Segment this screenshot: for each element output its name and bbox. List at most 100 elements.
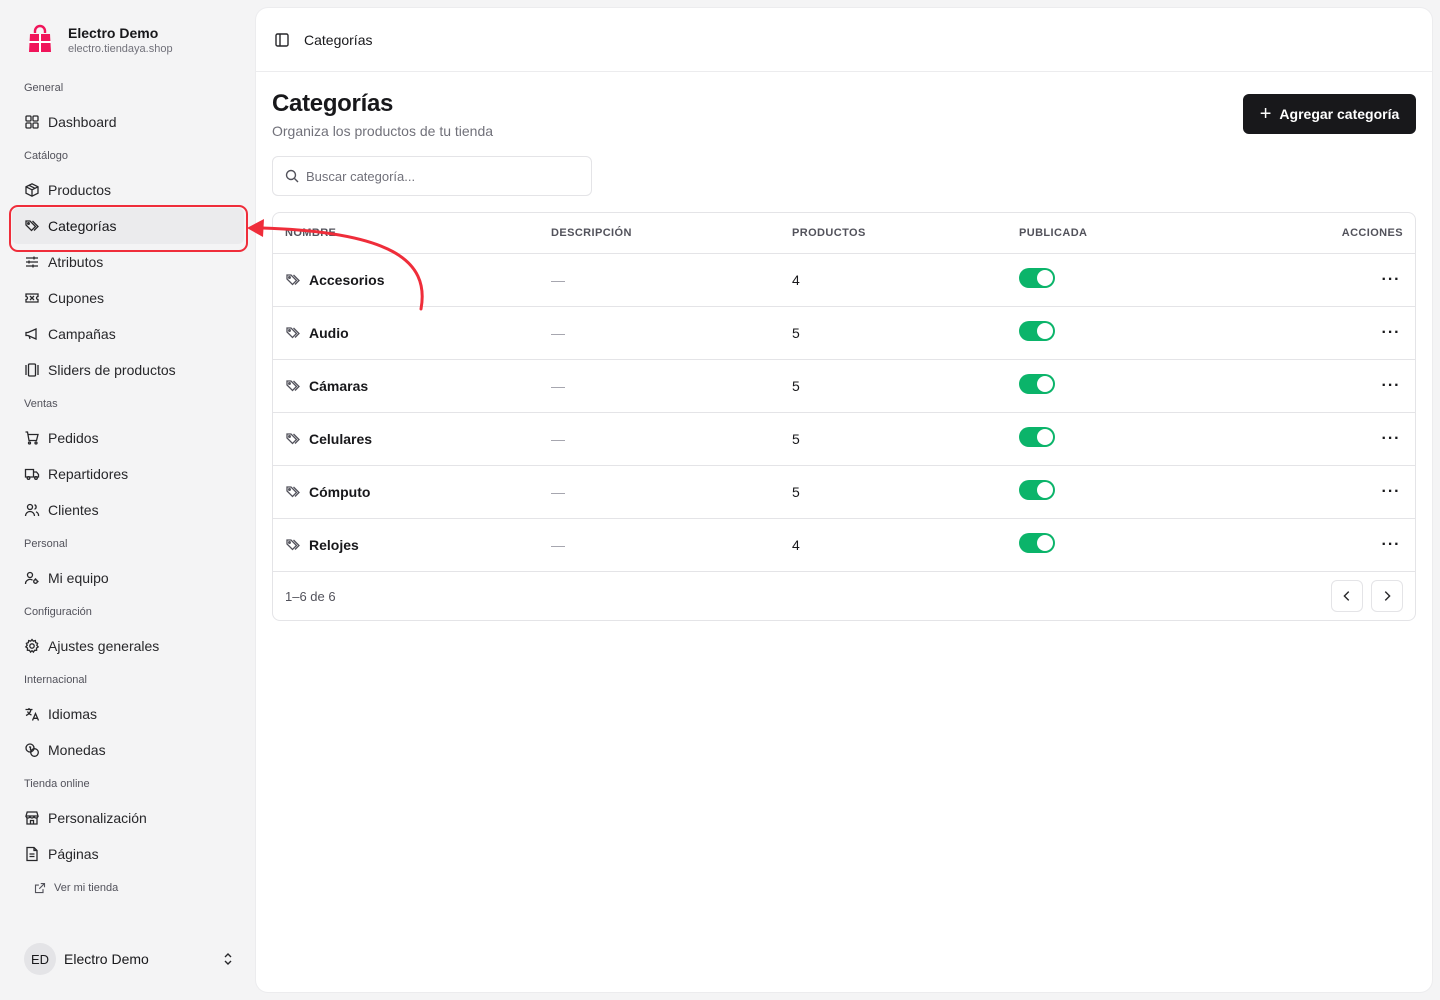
ticket-icon: [25, 293, 39, 303]
search-input[interactable]: [306, 168, 576, 184]
published-toggle[interactable]: [1019, 426, 1055, 447]
user-key-icon: [24, 571, 39, 585]
category-name: Relojes: [309, 537, 359, 553]
table-row[interactable]: Accesorios — 4 ···: [273, 254, 1415, 307]
table-row[interactable]: Celulares — 5 ···: [273, 413, 1415, 466]
section-internacional: Internacional: [24, 674, 87, 686]
sidebar-item-idiomas[interactable]: Idiomas: [12, 696, 244, 732]
sidebar-item-label: Monedas: [48, 742, 106, 758]
section-configuracion: Configuración: [24, 606, 92, 618]
sidebar-item-label: Campañas: [48, 326, 116, 342]
brand[interactable]: Electro Demo electro.tiendaya.shop: [24, 24, 173, 56]
published-toggle[interactable]: [1019, 479, 1055, 500]
sidebar-item-label: Cupones: [48, 290, 105, 306]
col-header-acciones: ACCIONES: [1341, 227, 1403, 239]
next-page-button[interactable]: [1371, 580, 1403, 612]
tag-icon: [286, 433, 300, 445]
sidebar-item-monedas[interactable]: Monedas: [12, 732, 244, 768]
avatar: ED: [24, 943, 56, 975]
sidebar-item-label: Dashboard: [48, 114, 117, 130]
section-tienda-online: Tienda online: [24, 778, 90, 790]
sidebar-item-ajustes[interactable]: Ajustes generales: [12, 628, 244, 664]
table-row[interactable]: Audio — 5 ···: [273, 307, 1415, 360]
sidebar-item-sliders[interactable]: Sliders de productos: [12, 352, 244, 388]
more-actions-icon[interactable]: ···: [1379, 430, 1403, 448]
sidebar-item-pedidos[interactable]: Pedidos: [12, 420, 244, 456]
sidebar-item-label: Repartidores: [48, 466, 129, 482]
sidebar-item-cupones[interactable]: Cupones: [12, 280, 244, 316]
sidebar-item-label: Páginas: [48, 846, 99, 862]
sidebar-item-clientes[interactable]: Clientes: [12, 492, 244, 528]
category-name: Cómputo: [309, 484, 371, 500]
category-product-count: 4: [792, 272, 800, 288]
more-actions-icon[interactable]: ···: [1379, 324, 1403, 342]
sidebar-item-atributos[interactable]: Atributos: [12, 244, 244, 280]
more-actions-icon[interactable]: ···: [1379, 536, 1403, 554]
prev-page-button[interactable]: [1331, 580, 1363, 612]
table-header: NOMBRE DESCRIPCIÓN PRODUCTOS PUBLICADA A…: [273, 213, 1415, 254]
sidebar-item-repartidores[interactable]: Repartidores: [12, 456, 244, 492]
table-row[interactable]: Relojes — 4 ···: [273, 519, 1415, 572]
more-actions-icon[interactable]: ···: [1379, 271, 1403, 289]
sidebar-item-productos[interactable]: Productos: [12, 172, 244, 208]
tag-icon: [286, 327, 300, 339]
category-product-count: 4: [792, 537, 800, 553]
published-toggle[interactable]: [1019, 373, 1055, 394]
user-menu[interactable]: ED Electro Demo: [24, 943, 236, 975]
sidebar-item-dashboard[interactable]: Dashboard: [12, 104, 244, 140]
category-description: —: [551, 537, 565, 553]
section-catalogo: Catálogo: [24, 150, 69, 162]
sidebar-item-categorias[interactable]: Categorías: [12, 208, 244, 244]
sidebar: Electro Demo electro.tiendaya.shop Gener…: [0, 0, 256, 1000]
breadcrumb: Categorías: [304, 31, 373, 48]
published-toggle[interactable]: [1019, 267, 1055, 288]
cart-icon: [25, 431, 39, 445]
category-name: Cámaras: [309, 378, 369, 394]
sidebar-item-mi-equipo[interactable]: Mi equipo: [12, 560, 244, 596]
sidebar-item-label: Personalización: [48, 810, 147, 826]
more-actions-icon[interactable]: ···: [1379, 483, 1403, 501]
grid-icon: [25, 115, 39, 129]
tag-icon: [286, 274, 300, 286]
category-product-count: 5: [792, 484, 800, 500]
view-store-label: Ver mi tienda: [54, 882, 119, 894]
search-box[interactable]: [272, 156, 592, 196]
translate-icon: [25, 708, 40, 721]
chevrons-up-down-icon: [224, 953, 232, 965]
published-toggle[interactable]: [1019, 532, 1055, 553]
sidebar-item-label: Mi equipo: [48, 570, 109, 586]
more-actions-icon[interactable]: ···: [1379, 377, 1403, 395]
sidebar-item-label: Productos: [48, 182, 112, 198]
chevron-left-icon: [1343, 591, 1350, 601]
category-description: —: [551, 484, 565, 500]
sidebar-item-label: Ajustes generales: [48, 638, 160, 654]
category-name: Accesorios: [309, 272, 385, 288]
table-row[interactable]: Cámaras — 5 ···: [273, 360, 1415, 413]
category-name: Audio: [309, 325, 349, 341]
user-name: Electro Demo: [64, 951, 149, 967]
store-icon: [25, 811, 39, 825]
shopping-bag-logo-icon: [29, 24, 51, 52]
col-header-nombre[interactable]: NOMBRE: [273, 227, 551, 239]
view-store-link[interactable]: Ver mi tienda: [12, 872, 244, 904]
category-description: —: [551, 378, 565, 394]
table-row[interactable]: Cómputo — 5 ···: [273, 466, 1415, 519]
sidebar-toggle-icon[interactable]: [274, 32, 290, 48]
brand-url: electro.tiendaya.shop: [68, 43, 173, 55]
main-panel: Categorías Categorías Organiza los produ…: [256, 8, 1432, 992]
tag-icon: [286, 486, 300, 498]
published-toggle[interactable]: [1019, 320, 1055, 341]
coins-icon: [25, 743, 39, 757]
sidebar-item-paginas[interactable]: Páginas: [12, 836, 244, 872]
category-name: Celulares: [309, 431, 373, 447]
sidebar-item-campanas[interactable]: Campañas: [12, 316, 244, 352]
category-description: —: [551, 431, 565, 447]
plus-icon: +: [1259, 103, 1272, 125]
sidebar-item-personalizacion[interactable]: Personalización: [12, 800, 244, 836]
tag-icon: [25, 220, 39, 232]
category-description: —: [551, 272, 565, 288]
external-link-icon: [34, 882, 46, 894]
section-personal: Personal: [24, 538, 68, 550]
add-category-button[interactable]: + Agregar categoría: [1243, 94, 1416, 134]
sidebar-item-label: Atributos: [48, 254, 104, 270]
